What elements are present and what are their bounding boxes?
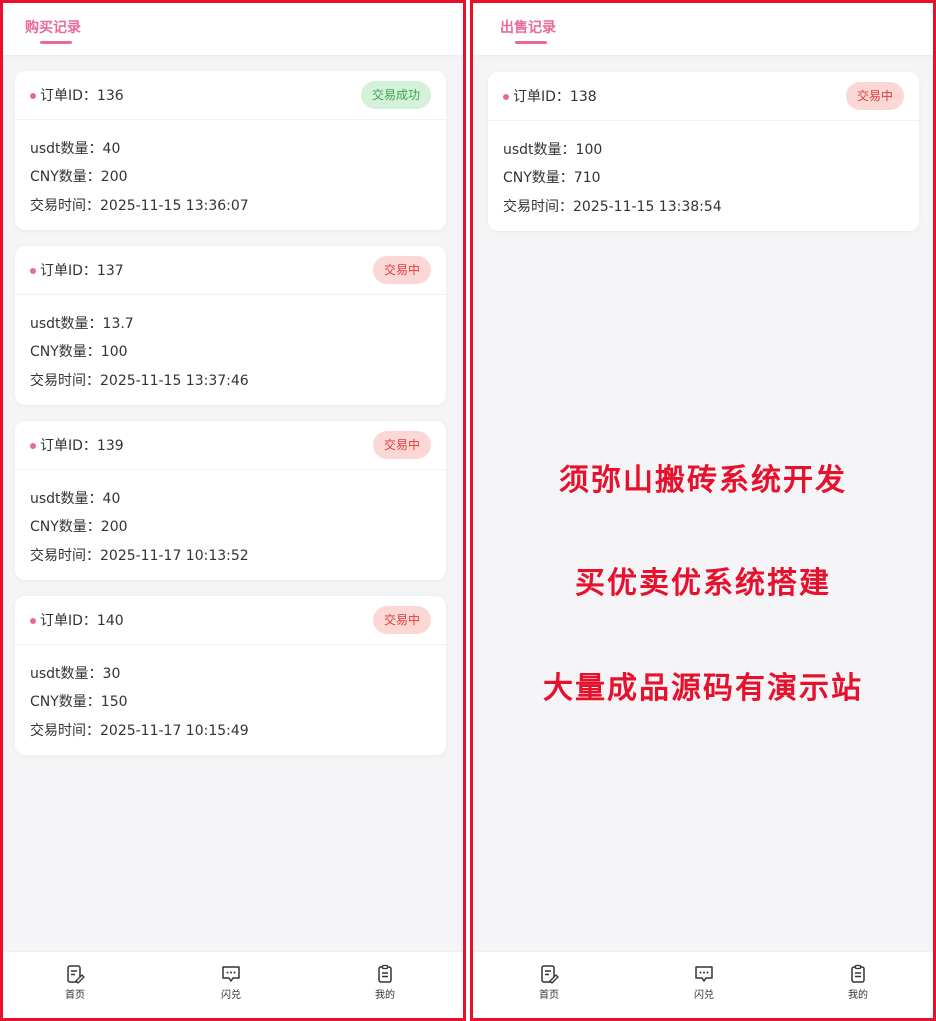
tab-mine[interactable]: 我的	[828, 964, 888, 1001]
tab-purchase-records[interactable]: 购买记录	[25, 17, 81, 37]
tab-mine-label: 我的	[848, 990, 868, 1001]
order-card-header: 订单ID：136 交易成功	[15, 71, 446, 120]
cny-amount: CNY数量：100	[30, 344, 128, 360]
promo-text: 买优卖优系统搭建	[575, 566, 831, 601]
usdt-amount: usdt数量：30	[30, 666, 121, 682]
cny-amount: CNY数量：200	[30, 519, 128, 535]
cny-amount: CNY数量：200	[30, 169, 128, 185]
status-badge: 交易中	[372, 256, 431, 284]
chat-icon	[695, 966, 713, 982]
order-card-header: 订单ID：137 交易中	[15, 246, 446, 295]
bottom-tab-bar: 首页 闪兑 我的	[473, 951, 933, 1018]
edit-doc-icon	[541, 965, 559, 984]
cny-amount: CNY数量：710	[503, 170, 601, 186]
edit-doc-icon	[67, 965, 85, 984]
tab-home[interactable]: 首页	[45, 964, 105, 1001]
order-card[interactable]: 订单ID：137 交易中 usdt数量：13.7 CNY数量：100 交易时间：…	[15, 246, 446, 405]
bullet-dot-icon	[503, 94, 509, 100]
order-card-header: 订单ID：140 交易中	[15, 596, 446, 645]
order-id: 订单ID：140	[40, 613, 124, 629]
active-tab-indicator	[40, 41, 72, 44]
order-card[interactable]: 订单ID：140 交易中 usdt数量：30 CNY数量：150 交易时间：20…	[15, 596, 446, 755]
status-badge: 交易中	[845, 82, 904, 110]
order-card[interactable]: 订单ID：136 交易成功 usdt数量：40 CNY数量：200 交易时间：2…	[15, 71, 446, 230]
cny-amount: CNY数量：150	[30, 694, 128, 710]
order-id: 订单ID：138	[513, 89, 597, 105]
tab-flash-exchange[interactable]: 闪兑	[201, 964, 261, 1001]
trade-time: 交易时间：2025-11-15 13:36:07	[30, 198, 249, 214]
bullet-dot-icon	[30, 618, 36, 624]
order-card-header: 订单ID：139 交易中	[15, 421, 446, 470]
tab-mine[interactable]: 我的	[355, 964, 415, 1001]
clipboard-icon	[378, 964, 392, 983]
usdt-amount: usdt数量：40	[30, 491, 121, 507]
trade-time: 交易时间：2025-11-15 13:37:46	[30, 373, 249, 389]
bottom-tab-bar: 首页 闪兑 我的	[3, 951, 463, 1018]
sale-records-panel: 出售记录 订单ID：138 交易中 usdt数量：100 CNY数量：710 交…	[470, 0, 936, 1021]
purchase-records-panel: 购买记录 订单ID：136 交易成功 usdt数量：40 CNY数量：200 交…	[0, 0, 466, 1021]
tab-flash-exchange-label: 闪兑	[694, 990, 714, 1001]
trade-time: 交易时间：2025-11-17 10:13:52	[30, 548, 249, 564]
status-badge: 交易中	[372, 606, 431, 634]
bullet-dot-icon	[30, 93, 36, 99]
bullet-dot-icon	[30, 268, 36, 274]
tab-sale-records[interactable]: 出售记录	[500, 17, 556, 37]
promo-text: 须弥山搬砖系统开发	[559, 463, 847, 498]
status-badge: 交易成功	[360, 81, 431, 109]
active-tab-indicator	[515, 41, 547, 44]
tab-flash-exchange-label: 闪兑	[221, 990, 241, 1001]
order-id: 订单ID：139	[40, 438, 124, 454]
usdt-amount: usdt数量：13.7	[30, 316, 134, 332]
status-badge: 交易中	[372, 431, 431, 459]
trade-time: 交易时间：2025-11-17 10:15:49	[30, 723, 249, 739]
tab-home-label: 首页	[65, 990, 85, 1001]
header: 出售记录	[473, 3, 933, 55]
order-card[interactable]: 订单ID：138 交易中 usdt数量：100 CNY数量：710 交易时间：2…	[488, 72, 919, 231]
tab-home-label: 首页	[539, 990, 559, 1001]
tab-mine-label: 我的	[375, 990, 395, 1001]
trade-time: 交易时间：2025-11-15 13:38:54	[503, 199, 722, 215]
order-id: 订单ID：137	[40, 263, 124, 279]
order-card[interactable]: 订单ID：139 交易中 usdt数量：40 CNY数量：200 交易时间：20…	[15, 421, 446, 580]
chat-icon	[222, 966, 240, 982]
promo-text: 大量成品源码有演示站	[543, 671, 863, 706]
order-card-header: 订单ID：138 交易中	[488, 72, 919, 121]
usdt-amount: usdt数量：100	[503, 142, 603, 158]
tab-flash-exchange[interactable]: 闪兑	[674, 964, 734, 1001]
tab-home[interactable]: 首页	[519, 964, 579, 1001]
order-id: 订单ID：136	[40, 88, 124, 104]
clipboard-icon	[851, 964, 865, 983]
bullet-dot-icon	[30, 443, 36, 449]
header: 购买记录	[3, 3, 463, 55]
usdt-amount: usdt数量：40	[30, 141, 121, 157]
